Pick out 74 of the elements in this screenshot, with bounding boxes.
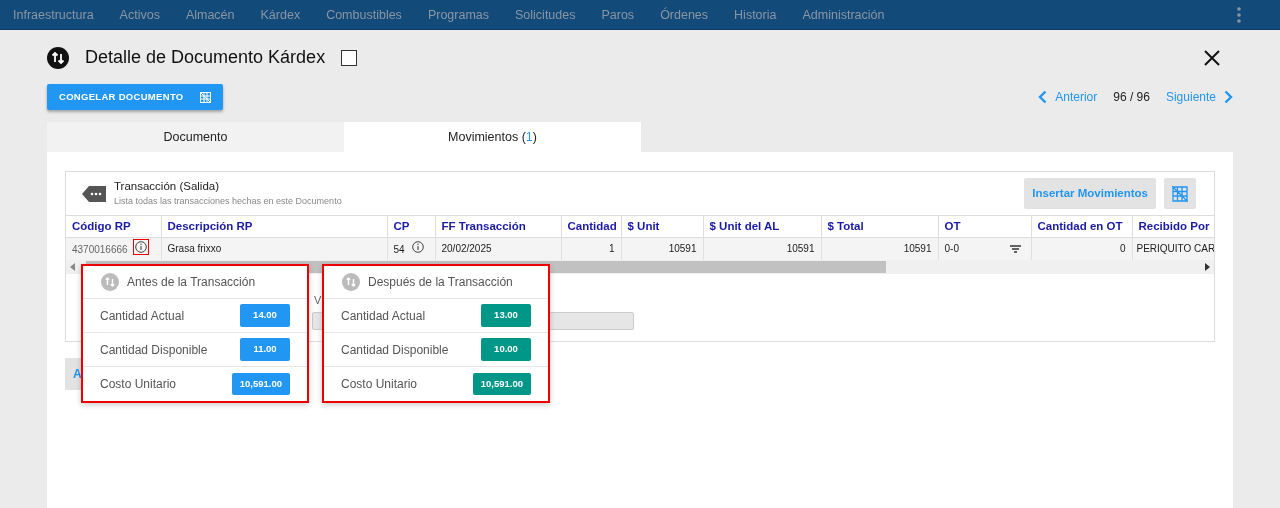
table-cell: 10591: [786, 243, 815, 255]
stat-label: Costo Unitario: [341, 376, 418, 393]
table-cell: Grasa frixxo: [167, 243, 222, 255]
column-header[interactable]: OT: [938, 215, 1031, 238]
swap-icon: [101, 273, 119, 291]
grid-off-icon: [1172, 185, 1188, 202]
stat-label: Cantidad Disponible: [100, 341, 208, 359]
value-badge: 14.00: [240, 304, 290, 327]
table-cell: 0: [1119, 243, 1126, 255]
tag-icon: [82, 185, 106, 202]
tab[interactable]: Movimientos (1): [344, 122, 641, 152]
value-badge: 10.00: [481, 338, 531, 361]
table-cell-text: 0-0: [944, 242, 959, 257]
nav-link-item[interactable]: Administración: [789, 0, 898, 30]
table-cell: PERIQUITO CAR: [1136, 243, 1214, 255]
close-icon[interactable]: [1204, 49, 1220, 66]
chevron-left-icon[interactable]: [1038, 90, 1048, 104]
value-badge: 13.00: [481, 304, 531, 327]
panel-title: Transacción (Salida): [114, 179, 221, 195]
table-cell: 54: [393, 244, 405, 256]
grid-icon: [199, 91, 211, 103]
nav-link-item[interactable]: Infraestructura: [0, 0, 107, 30]
stat-label: Cantidad Actual: [341, 307, 426, 325]
column-header[interactable]: Código RP: [66, 215, 161, 238]
stat-label: Costo Unitario: [100, 376, 177, 393]
nav-link-item[interactable]: Solicitudes: [502, 0, 589, 30]
column-header[interactable]: Descripción RP: [161, 215, 387, 238]
nav-link-item[interactable]: Programas: [414, 0, 502, 30]
table-cell: 10591: [668, 243, 697, 255]
nav-link-item[interactable]: Historia: [721, 0, 790, 30]
swap-icon: [47, 46, 69, 69]
menu-icon[interactable]: [1237, 6, 1241, 23]
column-header[interactable]: CP: [387, 215, 435, 238]
stat-label: Cantidad Actual: [100, 307, 185, 325]
field-label: V: [314, 292, 323, 308]
checkbox[interactable]: [341, 49, 358, 66]
filter-icon[interactable]: [1009, 244, 1021, 253]
table-cell: 10591: [903, 243, 932, 255]
insert-movements-button[interactable]: Insertar Movimientos: [1024, 178, 1156, 209]
next-link[interactable]: Siguiente: [1165, 88, 1216, 106]
table-cell: 20/02/2025: [441, 243, 492, 255]
previous-link[interactable]: Anterior: [1055, 88, 1098, 106]
page-title: Detalle de Documento Kárdex: [85, 46, 326, 69]
nav-link-item[interactable]: Órdenes: [647, 0, 722, 30]
chevron-right-icon[interactable]: [1224, 90, 1233, 104]
panel-subtitle: Lista todas las transacciones hechas en este Documento: [114, 195, 342, 209]
scroll-left-icon[interactable]: [70, 262, 76, 271]
table-cell: 1: [608, 243, 615, 255]
popover-title: Después de la Transacción: [368, 274, 513, 291]
column-header[interactable]: $ Total: [821, 215, 938, 238]
nav-link-item[interactable]: Paros: [588, 0, 648, 30]
stat-label: Cantidad Disponible: [341, 341, 449, 359]
column-header[interactable]: FF Transacción: [435, 215, 561, 238]
info-icon[interactable]: [410, 240, 425, 255]
popover-title: Antes de la Transacción: [127, 274, 256, 291]
value-badge: 11.00: [240, 338, 290, 361]
info-icon[interactable]: [133, 240, 148, 255]
column-header[interactable]: $ Unit: [621, 215, 703, 238]
column-header[interactable]: Cantidad: [561, 215, 621, 238]
column-header[interactable]: Recibido Por: [1132, 215, 1214, 238]
nav-link-item[interactable]: Activos: [106, 0, 173, 30]
scroll-right-icon[interactable]: [1204, 262, 1210, 271]
nav-link-item[interactable]: Almacén: [172, 0, 248, 30]
value-badge: 10,591.00: [231, 372, 290, 396]
page-position: 96 / 96: [1113, 89, 1150, 106]
swap-icon: [342, 273, 360, 291]
nav-link-item[interactable]: Combustibles: [313, 0, 415, 30]
value-badge: 10,591.00: [472, 372, 531, 396]
column-header[interactable]: Cantidad en OT: [1031, 215, 1132, 238]
table-cell: 4370016666: [72, 244, 128, 256]
tab[interactable]: Documento: [47, 122, 344, 152]
column-header[interactable]: $ Unit del AL: [703, 215, 821, 238]
freeze-document-button[interactable]: CONGELAR DOCUMENTO: [47, 84, 223, 110]
nav-link-item[interactable]: Kárdex: [247, 0, 314, 30]
